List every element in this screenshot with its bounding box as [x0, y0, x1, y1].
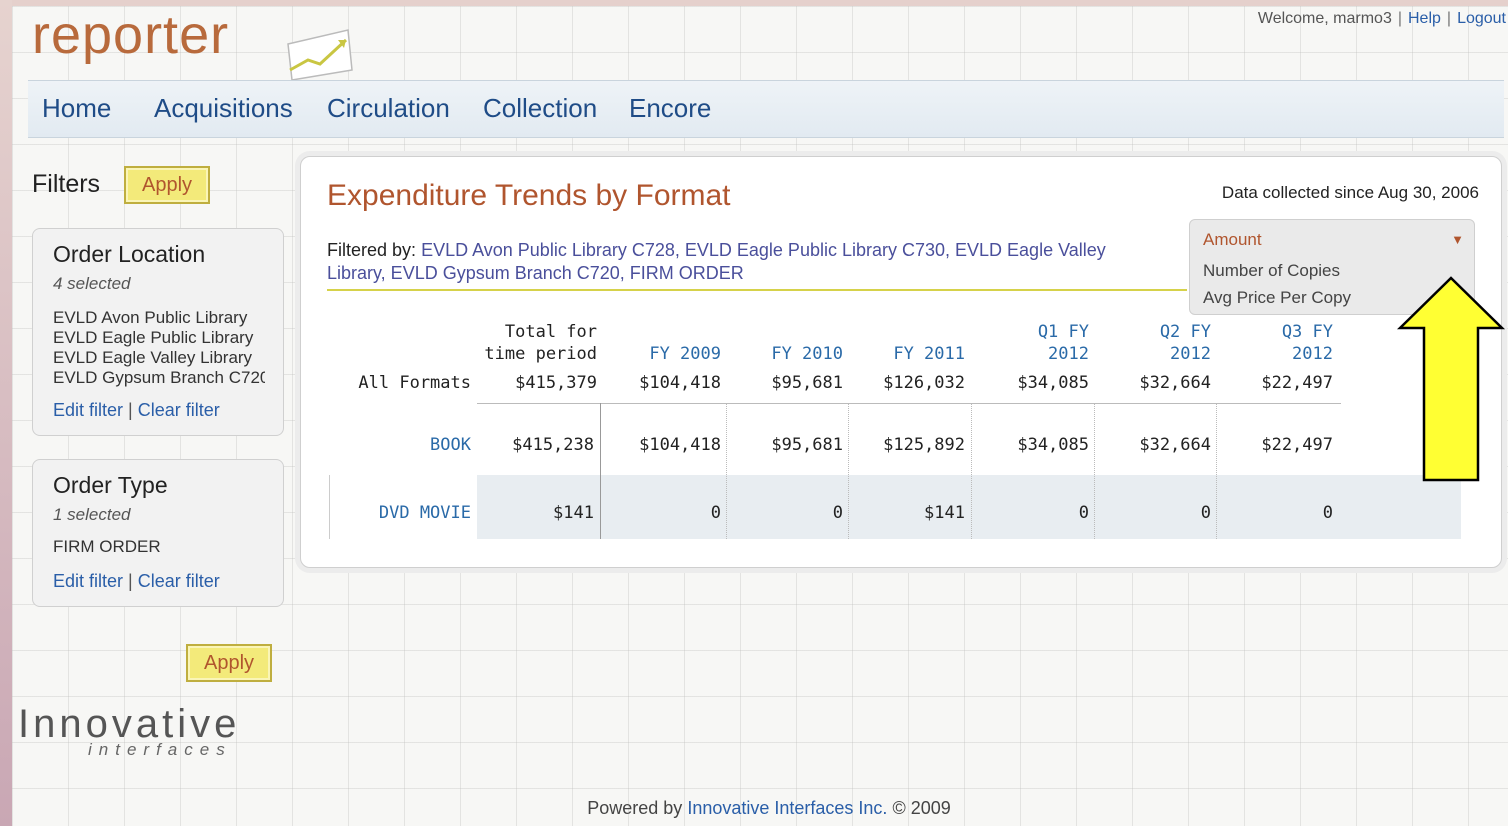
- order-location-links: Edit filter | Clear filter: [53, 400, 220, 420]
- separator: |: [1397, 10, 1402, 27]
- footer-link[interactable]: Innovative Interfaces Inc.: [687, 798, 887, 818]
- cell: $126,032: [883, 373, 965, 393]
- nav-encore[interactable]: Encore: [629, 93, 711, 124]
- order-location-item: EVLD Gypsum Branch C720: [53, 368, 265, 387]
- expenditure-table: Total for time period FY 2009 FY 2010 FY…: [301, 157, 1501, 567]
- footer-suffix: © 2009: [892, 798, 951, 818]
- header-total-line1: Total for: [504, 322, 597, 342]
- help-link[interactable]: Help: [1408, 10, 1441, 27]
- welcome-text: Welcome, marmo3: [1257, 10, 1392, 27]
- header-underline: [477, 403, 1341, 404]
- order-type-selected-count: 1 selected: [53, 505, 131, 524]
- cell: $95,681: [771, 435, 843, 455]
- header-q1-line2: 2012: [1048, 344, 1089, 364]
- column-divider: [848, 403, 849, 539]
- order-location-item: EVLD Avon Public Library: [53, 308, 248, 327]
- clear-filter-link[interactable]: Clear filter: [138, 571, 220, 591]
- apply-button-top[interactable]: Apply: [124, 166, 210, 204]
- annotation-up-arrow-icon: [1396, 276, 1506, 482]
- cell: 0: [1078, 503, 1089, 523]
- header-q3-line1: Q3 FY: [1281, 322, 1333, 342]
- cell: $104,418: [639, 373, 721, 393]
- cell: $22,497: [1261, 435, 1333, 455]
- column-divider: [726, 403, 727, 539]
- header-total: Total for time period: [477, 321, 597, 365]
- order-type-title: Order Type: [53, 472, 168, 498]
- top-links: Welcome, marmo3 | Help | Logout: [1258, 10, 1506, 28]
- cell: 0: [710, 503, 721, 523]
- cell: 0: [832, 503, 843, 523]
- edit-filter-link[interactable]: Edit filter: [53, 571, 123, 591]
- header-fy2009[interactable]: FY 2009: [601, 343, 721, 365]
- header-total-line2: time period: [484, 344, 597, 364]
- header-q3-fy2012[interactable]: Q3 FY 2012: [1213, 321, 1333, 365]
- cell: $22,497: [1261, 373, 1333, 393]
- column-divider: [1216, 403, 1217, 539]
- cell: $415,379: [515, 373, 597, 393]
- footer-prefix: Powered by: [587, 798, 683, 818]
- cell: $141: [553, 503, 594, 523]
- cell: $34,085: [1017, 373, 1089, 393]
- column-divider: [971, 403, 972, 539]
- report-panel: Expenditure Trends by Format Data collec…: [300, 156, 1502, 568]
- cell: $415,238: [512, 435, 594, 455]
- cell: $32,664: [1139, 373, 1211, 393]
- clear-filter-link[interactable]: Clear filter: [138, 400, 220, 420]
- edit-filter-link[interactable]: Edit filter: [53, 400, 123, 420]
- footer: Powered by Innovative Interfaces Inc. © …: [0, 798, 1508, 819]
- chart-logo-icon: [287, 29, 353, 81]
- row-edge: [329, 475, 330, 539]
- reporter-logo[interactable]: reporter: [32, 4, 229, 66]
- header-fy2011[interactable]: FY 2011: [845, 343, 965, 365]
- nav-home[interactable]: Home: [42, 93, 111, 124]
- nav-circulation[interactable]: Circulation: [327, 93, 450, 124]
- header-q2-fy2012[interactable]: Q2 FY 2012: [1091, 321, 1211, 365]
- order-location-item: EVLD Eagle Valley Library: [53, 348, 253, 367]
- cell: $95,681: [771, 373, 843, 393]
- logout-link[interactable]: Logout: [1457, 10, 1506, 27]
- header-fy2010[interactable]: FY 2010: [723, 343, 843, 365]
- header-q1-fy2012[interactable]: Q1 FY 2012: [969, 321, 1089, 365]
- cell: 0: [1322, 503, 1333, 523]
- header-q2-line1: Q2 FY: [1159, 322, 1211, 342]
- nav-acquisitions[interactable]: Acquisitions: [154, 93, 293, 124]
- column-divider: [1094, 403, 1095, 539]
- order-type-filter: Order Type 1 selected FIRM ORDER Edit fi…: [32, 459, 284, 607]
- order-location-title: Order Location: [53, 241, 206, 267]
- order-location-item: EVLD Eagle Public Library: [53, 328, 254, 347]
- cell: $141: [924, 503, 965, 523]
- header-q3-line2: 2012: [1292, 344, 1333, 364]
- apply-button-bottom[interactable]: Apply: [186, 644, 272, 682]
- row-label-book[interactable]: BOOK: [331, 435, 471, 455]
- order-location-filter: Order Location 4 selected EVLD Avon Publ…: [32, 228, 284, 436]
- main-nav: Home Acquisitions Circulation Collection…: [28, 80, 1504, 138]
- separator: |: [1446, 10, 1452, 27]
- row-label-dvd-movie[interactable]: DVD MOVIE: [331, 503, 471, 523]
- header-q2-line2: 2012: [1170, 344, 1211, 364]
- cell: $34,085: [1017, 435, 1089, 455]
- filters-heading: Filters: [32, 170, 101, 198]
- order-location-selected-count: 4 selected: [53, 274, 131, 293]
- window-frame-left: [0, 0, 12, 826]
- cell: 0: [1200, 503, 1211, 523]
- cell: $125,892: [883, 435, 965, 455]
- order-type-links: Edit filter | Clear filter: [53, 571, 220, 591]
- header-q1-line1: Q1 FY: [1037, 322, 1089, 342]
- nav-collection[interactable]: Collection: [483, 93, 597, 124]
- brand-tagline: interfaces: [88, 740, 232, 759]
- order-type-item: FIRM ORDER: [53, 537, 161, 556]
- cell: $32,664: [1139, 435, 1211, 455]
- innovative-interfaces-logo: Innovative interfaces: [18, 702, 240, 759]
- cell: $104,418: [639, 435, 721, 455]
- row-label-all-formats: All Formats: [358, 373, 471, 393]
